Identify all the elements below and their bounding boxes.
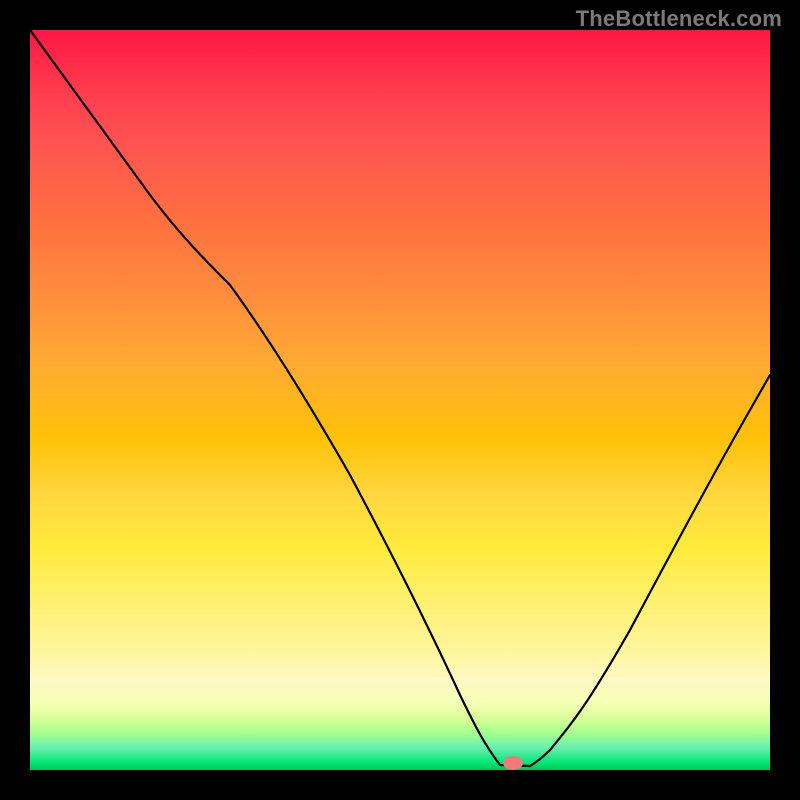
watermark-text: TheBottleneck.com <box>576 6 782 32</box>
optimal-marker <box>503 756 523 770</box>
plot-area <box>30 30 770 770</box>
bottleneck-curve <box>30 30 770 766</box>
plot-svg <box>30 30 770 770</box>
chart-frame: TheBottleneck.com <box>0 0 800 800</box>
